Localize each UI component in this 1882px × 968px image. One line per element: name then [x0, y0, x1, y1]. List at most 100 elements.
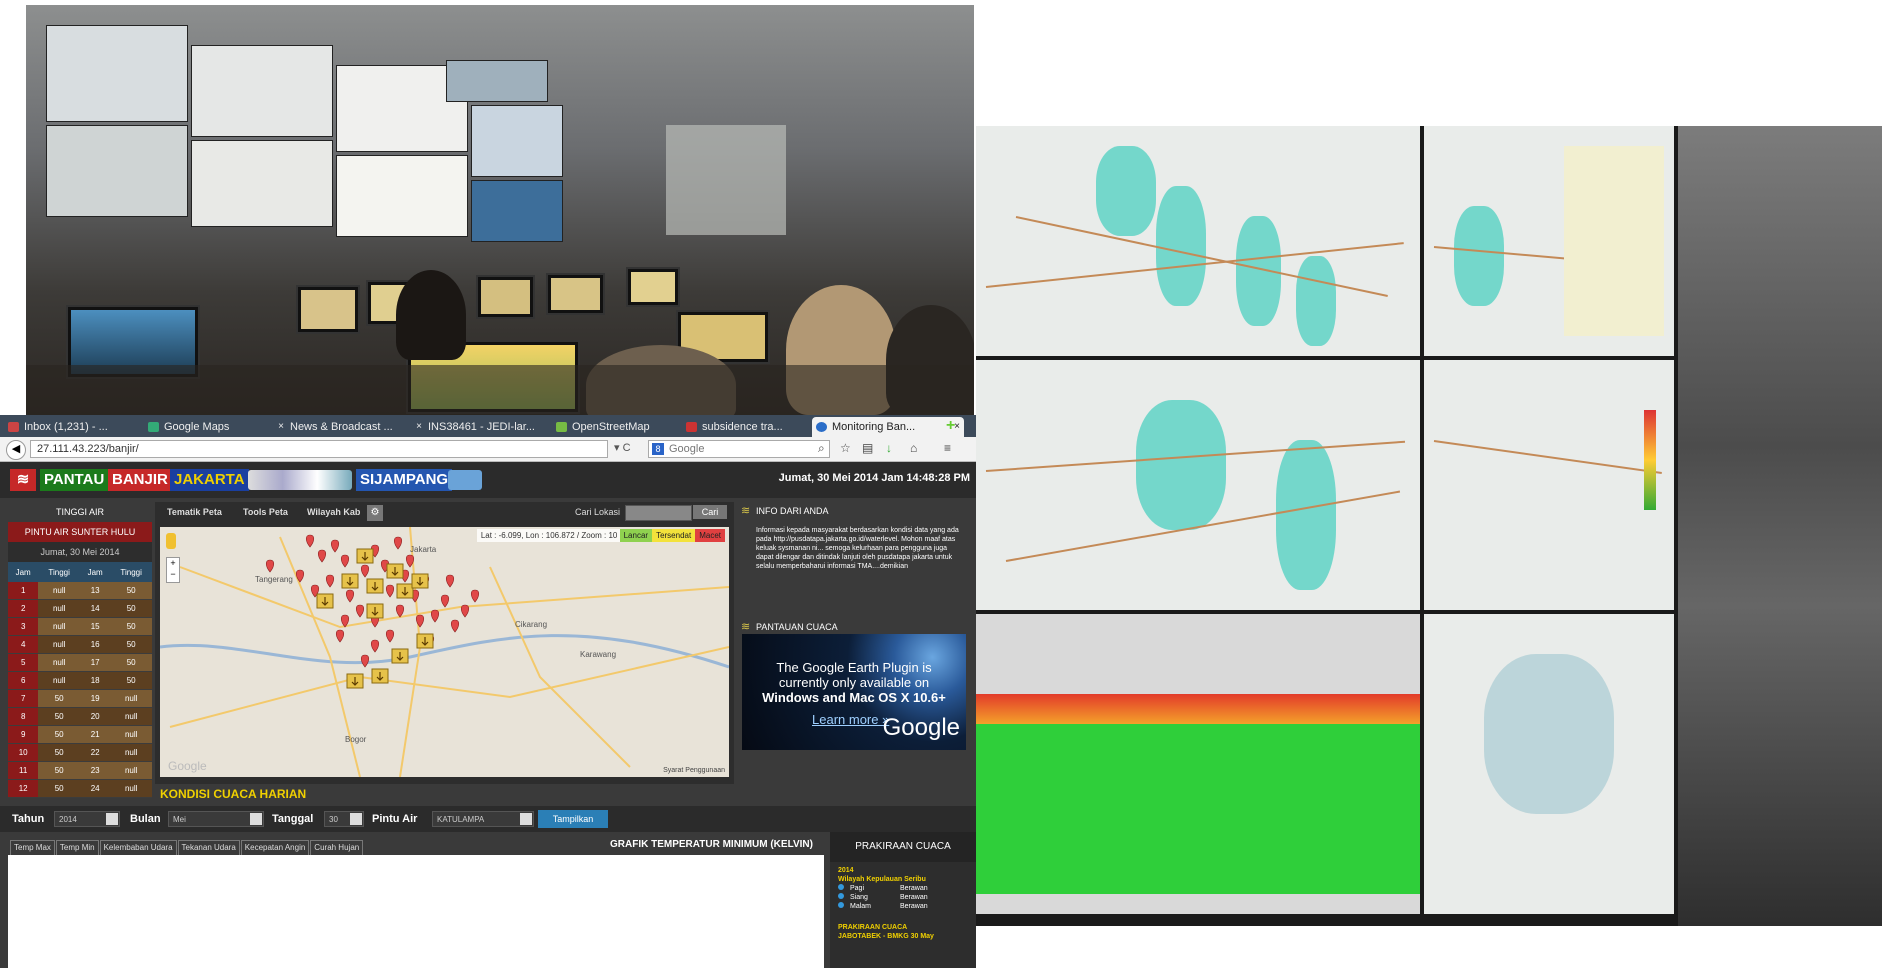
flood-monitoring-site: ≋ PANTAU BANJIR JAKARTA SIJAMPANG Jumat,…: [0, 462, 976, 968]
flood-marker-icon: [317, 549, 327, 563]
tab-tekanan[interactable]: Tekanan Udara: [177, 840, 240, 856]
tab-temp-max[interactable]: Temp Max: [10, 840, 55, 856]
pintu-air-select[interactable]: KATULAMPA: [432, 811, 534, 827]
table-row: 2 null 14 50: [8, 599, 152, 618]
table-cell: 4: [8, 635, 39, 654]
table-cell: 17: [79, 653, 111, 672]
table-cell: 12: [8, 779, 39, 798]
coordinate-readout: Lat : -6.099, Lon : 106.872 / Zoom : 10: [480, 531, 618, 540]
browser-tab-subsidence[interactable]: subsidence tra...×: [682, 417, 830, 437]
tab-kecepatan-angin[interactable]: Kecepatan Angin: [240, 840, 310, 856]
zoom-control[interactable]: + −: [166, 557, 180, 583]
download-icon[interactable]: ↓: [886, 441, 892, 455]
clipboard-icon[interactable]: ▤: [862, 441, 873, 455]
waves-icon: ≋: [10, 469, 36, 491]
browser-tab-monitoring-banjir[interactable]: Monitoring Ban... ×: [812, 417, 964, 437]
gmail-icon: [8, 422, 19, 432]
table-cell: null: [110, 707, 152, 726]
flood-marker-icon: [330, 539, 340, 553]
tab-curah-hujan[interactable]: Curah Hujan: [310, 840, 364, 856]
desk-monitor: [546, 273, 605, 315]
browser-tab-openstreetmap[interactable]: OpenStreetMap×: [552, 417, 700, 437]
browser-tab-google-maps[interactable]: Google Maps ×: [144, 417, 288, 437]
bulan-select[interactable]: Mei: [168, 811, 264, 827]
browser-tab-ins[interactable]: INS38461 - JEDI-lar...×: [408, 417, 570, 437]
table-cell: null: [38, 635, 80, 654]
wall-whiteboard: [666, 125, 786, 235]
table-row: 11 50 23 null: [8, 761, 152, 780]
learn-more-link[interactable]: Learn more »: [812, 712, 889, 727]
search-icon[interactable]: ⌕: [818, 441, 825, 456]
table-row: 9 50 21 null: [8, 725, 152, 744]
table-row: 7 50 19 null: [8, 689, 152, 708]
back-arrow-icon[interactable]: ◀: [6, 440, 26, 460]
table-cell: 9: [8, 725, 39, 744]
tahun-select[interactable]: 2014: [54, 811, 120, 827]
plugin-text-3: Windows and Mac OS X 10.6+: [762, 690, 946, 705]
tab-kelembaban[interactable]: Kelembaban Udara: [99, 840, 177, 856]
street-view-pegman-icon[interactable]: [166, 533, 176, 549]
place-label: Jakarta: [410, 545, 437, 554]
tab-temp-min[interactable]: Temp Min: [55, 840, 99, 856]
maps-icon: [148, 422, 159, 432]
tools-peta-menu[interactable]: Tools Peta: [243, 507, 288, 517]
table-cell: 16: [79, 635, 111, 654]
browser-tab-inbox[interactable]: Inbox (1,231) - ...×: [4, 417, 162, 437]
prakiraan-cuaca-panel: PRAKIRAAN CUACA 2014 Wilayah Kepulauan S…: [830, 832, 976, 968]
map-settings-icon[interactable]: ⚙: [367, 505, 383, 521]
search-input[interactable]: 8 Google: [648, 440, 830, 458]
wilayah-kab-menu[interactable]: Wilayah Kab: [307, 507, 360, 517]
table-cell: 50: [110, 653, 152, 672]
water-level-date: Jumat, 30 Mei 2014: [8, 542, 152, 562]
terms-link[interactable]: Syarat Penggunaan: [663, 767, 725, 774]
logo-sijampang: SIJAMPANG: [356, 469, 453, 491]
home-icon[interactable]: ⌂: [910, 441, 917, 455]
reload-icon[interactable]: ▾ C: [614, 441, 631, 454]
flood-marker-icon: [440, 594, 450, 608]
water-gate-location: PINTU AIR SUNTER HULU: [8, 522, 152, 542]
wall-map-panel: [976, 126, 1420, 356]
map-view[interactable]: Tangerang Jakarta Cikarang Karawang Bogor La…: [160, 527, 729, 777]
url-bar[interactable]: 27.111.43.223/banjir/: [30, 440, 608, 458]
flood-marker-icon: [335, 629, 345, 643]
map-canvas: Tangerang Jakarta Cikarang Karawang Bogor: [160, 527, 729, 777]
dropdown-arrow-icon: [520, 813, 532, 825]
page-icon: [412, 422, 423, 432]
flood-marker-icon: [345, 589, 355, 603]
wall-screen: [336, 155, 468, 237]
wall-map-panel: [1424, 614, 1674, 914]
flood-marker-icon: [360, 564, 370, 578]
current-datetime: Jumat, 30 Mei 2014 Jam 14:48:28 PM: [778, 472, 970, 484]
navigation-bar: ◀ 27.111.43.223/banjir/ ▾ C 8 Google ⌕ ☆ …: [0, 437, 976, 462]
table-row: 10 50 22 null: [8, 743, 152, 762]
operator-person: [396, 270, 466, 360]
flood-marker-icon: [430, 609, 440, 623]
search-location-label: Cari Lokasi: [575, 507, 621, 517]
tematik-peta-menu[interactable]: Tematik Peta: [167, 507, 222, 517]
wall-screen: [191, 140, 333, 227]
legend-tersendat: Tersendat: [652, 529, 696, 542]
legend-lancar: Lancar: [619, 529, 653, 542]
tampilkan-button[interactable]: Tampilkan: [538, 810, 608, 828]
table-cell: 19: [79, 689, 111, 708]
search-location-button[interactable]: Cari: [693, 505, 727, 519]
desk-row: [26, 365, 974, 415]
table-cell: 50: [38, 743, 80, 762]
bookmark-star-icon[interactable]: ☆: [840, 441, 851, 455]
google-earth-plugin-notice: The Google Earth Plugin is currently onl…: [742, 634, 966, 750]
table-row: 5 null 17 50: [8, 653, 152, 672]
table-cell: null: [110, 689, 152, 708]
wall-map-panel: [1424, 126, 1674, 356]
menu-icon[interactable]: ≡: [944, 441, 951, 455]
flood-marker-icon: [370, 639, 380, 653]
browser-tab-news[interactable]: News & Broadcast ... ×: [270, 417, 426, 437]
table-cell: 15: [79, 617, 111, 636]
new-tab-plus-icon[interactable]: +: [946, 417, 955, 435]
prakiraan-title: PRAKIRAAN CUACA: [830, 832, 976, 862]
water-level-panel: TINGGI AIR PINTU AIR SUNTER HULU Jumat, …: [8, 502, 152, 798]
tanggal-select[interactable]: 30: [324, 811, 364, 827]
wall-map-panel: [976, 360, 1420, 610]
map-panel: Tematik Peta Tools Peta Wilayah Kab ⚙ Ca…: [155, 502, 734, 784]
search-location-input[interactable]: [625, 505, 692, 521]
table-cell: 50: [38, 725, 80, 744]
